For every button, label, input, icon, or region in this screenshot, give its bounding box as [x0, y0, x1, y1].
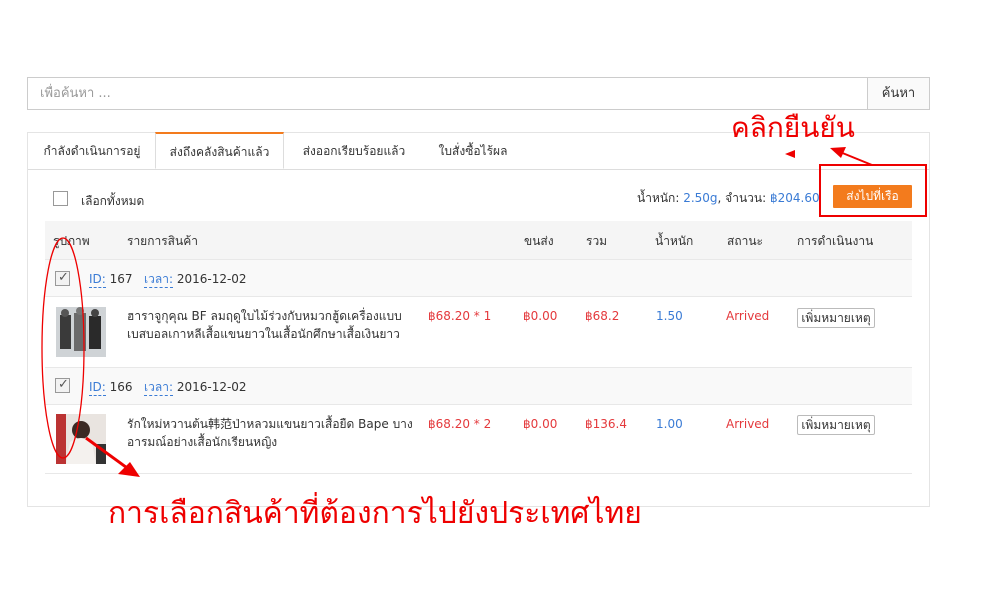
- select-products-annotation: การเลือกสินค้าที่ต้องการไปยังประเทศไทย: [108, 496, 642, 531]
- select-arrow: [85, 436, 131, 472]
- confirm-click-annotation: คลิกยืนยัน: [731, 111, 855, 144]
- confirm-arrow: [839, 151, 873, 166]
- small-marker: [785, 150, 795, 158]
- selection-ellipse: [41, 237, 85, 459]
